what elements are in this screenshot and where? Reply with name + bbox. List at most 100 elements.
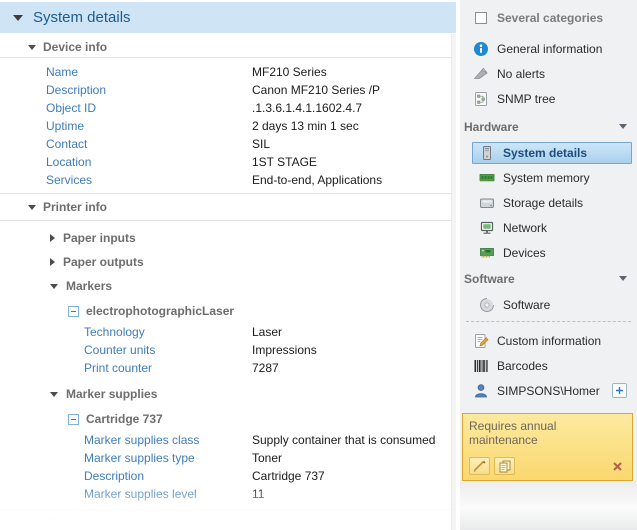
sidebar-item-devices[interactable]: Devices	[472, 242, 632, 264]
property-row: Counter units Impressions	[0, 341, 456, 359]
user-label: SIMPSONS\Homer	[497, 384, 600, 398]
collapse-section-icon[interactable]	[619, 276, 627, 281]
expanded-arrow-icon	[28, 521, 36, 526]
categories-sidebar: Several categories General information N…	[460, 0, 637, 530]
property-label: Name	[0, 65, 78, 79]
property-label: Marker supplies class	[0, 433, 199, 447]
vertical-scrollbar[interactable]	[451, 34, 456, 530]
property-value: 1ST STAGE	[252, 155, 317, 169]
system-details-panel: System details Device info Name MF210 Se…	[0, 0, 456, 530]
collapse-minus-icon[interactable]	[68, 414, 79, 425]
property-value: 7287	[252, 361, 279, 375]
property-row: Print counter 7287	[0, 359, 456, 377]
memory-icon	[479, 170, 495, 186]
property-label: Contact	[0, 137, 87, 151]
sidebar-item-system-memory[interactable]: System memory	[472, 167, 632, 189]
sidebar-item-label: Devices	[503, 246, 546, 260]
copy-note-button[interactable]	[494, 457, 515, 475]
property-label: Description	[0, 469, 144, 483]
sidebar-item-label: SNMP tree	[497, 92, 555, 106]
property-value: 2 days 13 min 1 sec	[252, 119, 359, 133]
property-label: Print counter	[0, 361, 152, 375]
property-label: Location	[0, 155, 91, 169]
property-value: Impressions	[252, 343, 317, 357]
custom-information-icon	[473, 333, 489, 349]
page-title: System details	[33, 9, 131, 26]
subsection-paper-inputs[interactable]: Paper inputs	[0, 231, 456, 245]
property-row: Description Canon MF210 Series /P	[0, 81, 456, 99]
sidebar-item-software[interactable]: Software	[472, 294, 632, 316]
device-info-properties: Name MF210 Series Description Canon MF21…	[0, 63, 456, 189]
tree-item-label: Cartridge 737	[86, 412, 163, 426]
hardware-section-header[interactable]: Hardware	[464, 119, 627, 134]
barcode-icon	[473, 358, 489, 374]
software-cd-icon	[479, 297, 495, 313]
section-printer-info[interactable]: Printer info	[0, 193, 456, 221]
sidebar-item-storage-details[interactable]: Storage details	[472, 192, 632, 214]
collapse-arrow-icon	[13, 15, 23, 21]
property-row: Name MF210 Series	[0, 63, 456, 81]
subsection-label: Markers	[66, 279, 112, 293]
property-row: Object ID .1.3.6.1.4.1.1602.4.7	[0, 99, 456, 117]
collapse-minus-icon[interactable]	[68, 306, 79, 317]
subsection-marker-supplies[interactable]: Marker supplies	[0, 387, 456, 401]
sidebar-item-label: Software	[503, 298, 550, 312]
property-value: SIL	[252, 137, 270, 151]
note-text: Requires annual maintenance	[469, 419, 626, 447]
snmp-tree-icon	[473, 91, 489, 107]
network-icon	[479, 220, 495, 236]
panel-title-bar[interactable]: System details	[0, 2, 456, 33]
subsection-label: Paper inputs	[63, 231, 136, 245]
edit-note-button[interactable]	[469, 457, 490, 475]
sidebar-divider	[466, 321, 631, 322]
storage-icon	[479, 195, 495, 211]
property-value: Toner	[252, 451, 282, 465]
sidebar-item-no-alerts[interactable]: No alerts	[466, 65, 631, 82]
several-categories-row[interactable]: Several categories	[466, 9, 631, 26]
sidebar-item-user[interactable]: SIMPSONS\Homer	[466, 382, 631, 399]
expanded-arrow-icon	[50, 284, 58, 289]
tree-item-electrophotographiclaser[interactable]: electrophotographicLaser	[0, 304, 456, 318]
several-categories-checkbox[interactable]	[475, 12, 487, 24]
hardware-header-label: Hardware	[464, 120, 519, 134]
sidebar-item-barcodes[interactable]: Barcodes	[466, 357, 631, 374]
sidebar-item-network[interactable]: Network	[472, 217, 632, 239]
property-row: Marker supplies type Toner	[0, 449, 456, 467]
software-section-header[interactable]: Software	[464, 271, 627, 286]
sticky-note: Requires annual maintenance	[462, 413, 633, 481]
sidebar-item-system-details[interactable]: System details	[472, 142, 632, 164]
property-label: Object ID	[0, 101, 96, 115]
collapse-section-icon[interactable]	[619, 124, 627, 129]
property-row: Marker supplies class Supply container t…	[0, 431, 456, 449]
software-header-label: Software	[464, 272, 515, 286]
property-value: 11	[252, 487, 264, 501]
section-channels[interactable]: Channels	[0, 509, 456, 530]
markers-properties: Technology Laser Counter units Impressio…	[0, 323, 456, 377]
tree-item-label: electrophotographicLaser	[86, 304, 234, 318]
subsection-paper-outputs[interactable]: Paper outputs	[0, 255, 456, 269]
note-toolbar	[469, 457, 626, 475]
sidebar-item-custom-information[interactable]: Custom information	[466, 332, 631, 349]
marker-supplies-properties: Marker supplies class Supply container t…	[0, 431, 456, 503]
property-row: Contact SIL	[0, 135, 456, 153]
property-row: Uptime 2 days 13 min 1 sec	[0, 117, 456, 135]
close-note-button[interactable]	[610, 459, 624, 473]
sidebar-item-snmp-tree[interactable]: SNMP tree	[466, 90, 631, 107]
property-row: Technology Laser	[0, 323, 456, 341]
section-device-info[interactable]: Device info	[0, 43, 456, 58]
info-icon	[473, 41, 489, 57]
property-value: End-to-end, Applications	[252, 173, 382, 187]
add-note-button[interactable]	[612, 383, 627, 398]
sidebar-item-label: Storage details	[503, 196, 583, 210]
property-value: .1.3.6.1.4.1.1602.4.7	[252, 101, 362, 115]
sidebar-item-general-information[interactable]: General information	[466, 40, 631, 57]
property-row: Services End-to-end, Applications	[0, 171, 456, 189]
tree-item-cartridge-737[interactable]: Cartridge 737	[0, 412, 456, 426]
sidebar-item-label: General information	[497, 42, 602, 56]
property-label: Services	[0, 173, 92, 187]
section-label: Device info	[43, 40, 107, 54]
expanded-arrow-icon	[50, 392, 58, 397]
subsection-markers[interactable]: Markers	[0, 279, 456, 293]
property-value: Canon MF210 Series /P	[252, 83, 380, 97]
collapsed-arrow-icon	[50, 234, 55, 242]
